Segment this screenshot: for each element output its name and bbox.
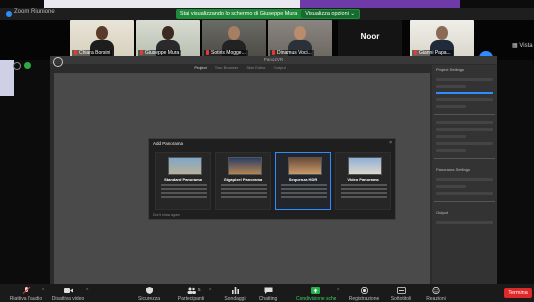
mic-off-icon xyxy=(22,287,31,294)
info-icon[interactable] xyxy=(13,62,21,70)
record-icon xyxy=(360,287,369,294)
participants-icon xyxy=(187,287,196,294)
participant-gallery: Chiara Borsini Giuseppe Mura Sotiris Mog… xyxy=(0,20,534,65)
toolbar-label: Sicurezza xyxy=(138,296,160,302)
participant-tile[interactable]: Chiara Borsini xyxy=(70,20,134,58)
unmute-button[interactable]: Riattiva l'audio xyxy=(8,285,44,302)
view-options-button[interactable]: Visualizza opzioni ⌄ xyxy=(301,10,359,18)
card-description xyxy=(341,184,387,186)
tab-output[interactable]: Output xyxy=(274,65,286,72)
participant-tile[interactable]: Sotiris Mogge... xyxy=(202,20,266,58)
encryption-shield-icon[interactable] xyxy=(24,62,31,69)
chevron-up-icon[interactable]: ^ xyxy=(337,288,339,294)
screen-share-message: Stai visualizzando lo schermo di Giusepp… xyxy=(179,11,298,17)
participant-tile[interactable]: Giuseppe Mura xyxy=(136,20,200,58)
shared-app-header: Pano2VR xyxy=(50,56,497,64)
record-button[interactable]: Registrazione xyxy=(346,285,382,302)
card-description xyxy=(281,184,327,186)
participant-tile[interactable]: Gianni Papa... xyxy=(410,20,474,58)
polls-button[interactable]: Sondaggi xyxy=(217,285,253,302)
chevron-up-icon[interactable]: ^ xyxy=(42,288,44,294)
shared-app-tabs: Project Tour Browser Skin Editor Output xyxy=(50,65,430,72)
captions-button[interactable]: Sottotitoli xyxy=(383,285,419,302)
background-band-left xyxy=(0,56,14,96)
chevron-up-icon[interactable]: ^ xyxy=(86,288,88,294)
panel-slider[interactable] xyxy=(436,92,493,94)
dialog-title: Add Panorama xyxy=(153,141,184,146)
card-description xyxy=(221,184,267,186)
panorama-thumbnail xyxy=(348,157,382,175)
card-description xyxy=(161,184,207,186)
zoom-app-icon xyxy=(6,11,12,17)
panorama-card-video[interactable]: Video Panorama xyxy=(335,152,391,210)
security-button[interactable]: Sicurezza xyxy=(131,285,167,302)
panel-section-title: Panorama Settings xyxy=(436,167,471,172)
panorama-card-gigapixel[interactable]: Gigapixel Panorama xyxy=(215,152,271,210)
share-screen-icon xyxy=(311,287,320,294)
end-meeting-button[interactable]: Termina xyxy=(504,288,532,298)
chat-button[interactable]: Chatting xyxy=(250,285,286,302)
panel-title: Project Settings xyxy=(436,67,465,72)
reactions-icon xyxy=(432,287,440,294)
participant-count: 5 xyxy=(198,287,201,292)
muted-mic-icon xyxy=(272,50,275,55)
participant-tile-video-off[interactable]: Noor xyxy=(338,20,402,58)
view-button[interactable]: ▦ Vista xyxy=(512,42,533,49)
stop-video-button[interactable]: Disattiva video xyxy=(50,285,86,302)
muted-mic-icon xyxy=(206,50,209,55)
panorama-thumbnail xyxy=(288,157,322,175)
captions-icon xyxy=(397,287,406,294)
reactions-button[interactable]: Reazioni xyxy=(418,285,454,302)
participants-button[interactable]: 5 Partecipanti xyxy=(173,285,209,302)
close-icon[interactable]: × xyxy=(389,140,392,146)
card-title: Sequenza HDR xyxy=(288,177,318,182)
tab-skin-editor[interactable]: Skin Editor xyxy=(246,65,265,72)
muted-mic-icon xyxy=(414,50,417,55)
tab-tour-browser[interactable]: Tour Browser xyxy=(215,65,239,72)
toolbar-label: Registrazione xyxy=(348,296,380,302)
add-panorama-dialog: Add Panorama × Standard Panorama Gigapix… xyxy=(148,138,396,220)
dont-show-again-checkbox[interactable]: Don't show again xyxy=(153,213,180,217)
panorama-card-hdr[interactable]: Sequenza HDR xyxy=(275,152,331,210)
chevron-up-icon[interactable]: ^ xyxy=(209,288,211,294)
share-screen-button[interactable]: Condivisione schermo xyxy=(296,285,336,302)
tab-project[interactable]: Project xyxy=(194,65,206,72)
shield-icon xyxy=(146,287,153,294)
panel-section-title: Output xyxy=(436,210,449,215)
panorama-thumbnail xyxy=(228,157,262,175)
panorama-card-standard[interactable]: Standard Panorama xyxy=(155,152,211,210)
chat-icon xyxy=(264,287,273,294)
toolbar-label: Partecipanti xyxy=(177,296,205,302)
toolbar-label: Disattiva video xyxy=(51,296,85,302)
card-title: Gigapixel Panorama xyxy=(223,177,263,182)
toolbar-label: Sottotitoli xyxy=(390,296,412,302)
panorama-thumbnail xyxy=(168,157,202,175)
toolbar-label: Reazioni xyxy=(426,296,446,302)
toolbar-label: Riattiva l'audio xyxy=(9,296,43,302)
card-title: Standard Panorama xyxy=(164,177,202,182)
video-camera-icon xyxy=(64,288,73,293)
toolbar-label: Chatting xyxy=(258,296,278,302)
polls-icon xyxy=(232,287,239,294)
participant-name-large: Noor xyxy=(360,32,380,41)
panorama-type-cards: Standard Panorama Gigapixel Panorama Seq… xyxy=(155,152,391,210)
card-title: Video Panorama xyxy=(347,177,379,182)
screen-share-banner: Stai visualizzando lo schermo di Giusepp… xyxy=(176,9,360,19)
properties-panel: Project Settings Panorama Settings Outpu… xyxy=(432,65,497,284)
window-title: Zoom Riunione xyxy=(14,9,55,15)
muted-mic-icon xyxy=(140,50,143,55)
participant-tile[interactable]: Dinamus Voci... xyxy=(268,20,332,58)
shared-app-title: Pano2VR xyxy=(263,57,284,62)
toolbar-label: Sondaggi xyxy=(224,296,246,302)
meeting-toolbar: Riattiva l'audio ^ Disattiva video ^ Sic… xyxy=(0,284,534,302)
muted-mic-icon xyxy=(74,50,77,55)
toolbar-label: Condivisione schermo xyxy=(296,296,336,302)
